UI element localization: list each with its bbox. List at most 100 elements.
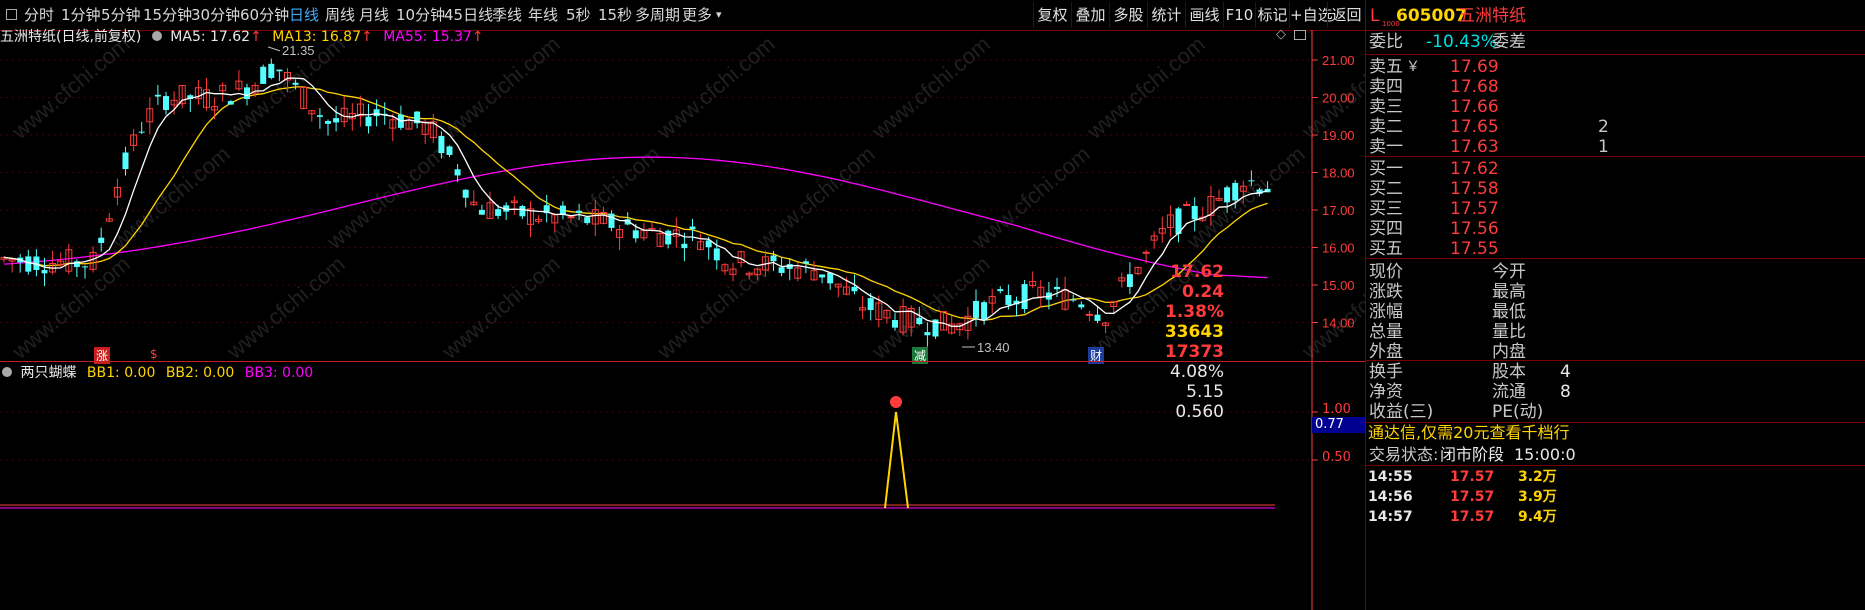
high-pointer	[267, 46, 281, 52]
candle-down	[778, 267, 785, 273]
period-yearly[interactable]: 年线	[528, 0, 558, 30]
watermark-layer: www.cfchi.com www.cfchi.com www.cfchi.com w…	[6, 31, 1524, 364]
ask-row[interactable]: 卖五 ￥ 17.69	[1366, 57, 1606, 77]
stat-label: 收益(三)	[1369, 402, 1434, 422]
candle-up	[1085, 313, 1093, 316]
price-axis-ticks: 21.00 20.00 19.00 18.00 17.00 16.00 15.00 14.00	[1312, 53, 1355, 331]
ask-price: 17.63	[1450, 137, 1499, 157]
candle-down	[41, 270, 48, 274]
candle-down	[892, 320, 898, 328]
draw-line-button[interactable]: 画线	[1185, 2, 1223, 28]
candle-down	[25, 256, 32, 272]
statistics-button[interactable]: 统计	[1147, 2, 1185, 28]
chevron-down-icon[interactable]: ▾	[716, 0, 722, 30]
bid-row[interactable]: 买五 17.55	[1366, 239, 1606, 259]
stat-value: 0.24	[1182, 282, 1224, 302]
bid-row[interactable]: 买二 17.58	[1366, 179, 1606, 199]
candle-down	[333, 118, 340, 123]
stat-label: 总量	[1369, 322, 1403, 342]
tick-row: 14:55 17.57 3.2万	[1366, 467, 1606, 487]
candle-down	[316, 115, 323, 117]
period-15sec[interactable]: 15秒	[598, 0, 632, 30]
watermark-text: www.cfchi.com	[651, 31, 779, 144]
ask-row[interactable]: 卖四 17.68	[1366, 77, 1606, 97]
ask-price: 17.68	[1450, 77, 1499, 97]
back-button[interactable]: 返回	[1327, 2, 1365, 28]
candle-down	[462, 189, 469, 198]
cursor-value-box: 0.77	[1312, 417, 1365, 433]
bid-row[interactable]: 买一 17.62	[1366, 159, 1606, 179]
ask-row[interactable]: 卖二 17.65 2	[1366, 117, 1609, 137]
ma5-label: MA5: 17.62	[170, 29, 251, 45]
tick-row: 14:57 17.57 9.4万	[1366, 507, 1606, 527]
diamond-icon[interactable]: ◇	[1276, 27, 1286, 42]
indicator-toggle-icon[interactable]	[151, 31, 162, 41]
stat-value-2: 4	[1560, 362, 1571, 382]
candle-down	[478, 209, 485, 215]
ma5-line	[3, 77, 1268, 327]
indicator-canvas[interactable]	[0, 362, 1365, 610]
candle-down	[559, 205, 566, 215]
price-tick-label: 20.00	[1322, 91, 1355, 106]
window-icon[interactable]	[1294, 30, 1306, 40]
f10-button[interactable]: F10	[1223, 2, 1255, 28]
bid-price: 17.55	[1450, 239, 1499, 259]
overlay-button[interactable]: 叠加	[1071, 2, 1109, 28]
price-tick-label: 18.00	[1322, 166, 1355, 181]
stat-label-2: 内盘	[1492, 342, 1526, 362]
candle-down	[227, 101, 234, 105]
tick-volume: 3.9万	[1518, 489, 1557, 505]
grid-menu-icon[interactable]	[6, 9, 17, 20]
ind-tick-05: 0.50	[1322, 450, 1351, 465]
stat-label-2: 流通	[1492, 382, 1526, 402]
candle-down	[495, 209, 502, 216]
restore-rights-button[interactable]: 复权	[1033, 2, 1071, 28]
stock-code: 605007	[1396, 6, 1467, 26]
tick-time: 14:55	[1368, 469, 1413, 485]
candle-up	[567, 216, 575, 219]
tick-price: 17.57	[1450, 509, 1495, 525]
price-tick-label: 17.00	[1322, 203, 1355, 218]
promo-text[interactable]: 通达信,仅需20元查看千档行	[1366, 421, 1606, 445]
stock-name: 五洲特纸	[1458, 6, 1526, 26]
period-5sec[interactable]: 5秒	[566, 0, 591, 30]
indicator-toggle-icon[interactable]	[2, 367, 12, 377]
candle-down	[973, 300, 979, 318]
stat-value: 1.38%	[1165, 302, 1224, 322]
period-more[interactable]: 更多	[682, 0, 712, 30]
period-multi[interactable]: 多周期	[635, 0, 680, 30]
candle-down	[163, 96, 169, 110]
ask-volume: 1	[1598, 137, 1609, 157]
multi-stock-button[interactable]: 多股	[1109, 2, 1147, 28]
candle-down	[819, 274, 826, 278]
candle-down	[1078, 304, 1085, 308]
stat-row: 涨跌 0.24 最高	[1182, 282, 1606, 302]
candle-down	[608, 213, 615, 228]
add-watchlist-button[interactable]: +自选	[1289, 2, 1333, 28]
period-quarterly[interactable]: 季线	[492, 0, 522, 30]
price-tick-label: 14.00	[1322, 316, 1355, 331]
bid-row[interactable]: 买四 17.56	[1366, 219, 1606, 239]
ask-row[interactable]: 卖一 17.63 1	[1366, 137, 1609, 157]
bid-row[interactable]: 买三 17.57	[1366, 199, 1606, 219]
mark-button[interactable]: 标记	[1255, 2, 1289, 28]
ask-row[interactable]: 卖三 17.66	[1366, 97, 1606, 117]
bid-label: 买四	[1369, 219, 1403, 239]
bid-label: 买一	[1369, 159, 1403, 179]
candle-down	[1191, 205, 1198, 220]
watermark-text: www.cfchi.com	[221, 251, 349, 364]
candle-down	[122, 152, 129, 170]
candle-down	[154, 94, 161, 97]
ask-price: 17.66	[1450, 97, 1499, 117]
watermark-text: www.cfchi.com	[751, 141, 879, 254]
candle-down	[365, 116, 372, 127]
tick-time: 14:57	[1368, 509, 1413, 525]
stat-label-2: 量比	[1492, 322, 1526, 342]
candle-down	[1005, 295, 1012, 305]
bid-label: 买三	[1369, 199, 1403, 219]
price-tick-label: 15.00	[1322, 278, 1355, 293]
candle-down	[373, 109, 380, 117]
bb3-label: BB3: 0.00	[244, 365, 314, 381]
stat-label: 现价	[1369, 262, 1403, 282]
candle-down	[325, 121, 331, 124]
